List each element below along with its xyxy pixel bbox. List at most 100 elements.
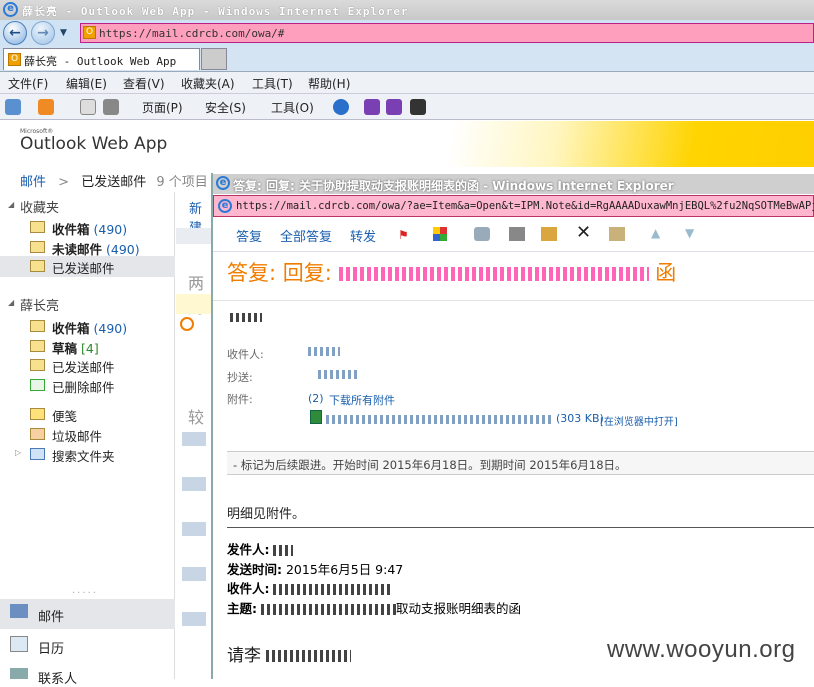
- mail-icon: [10, 604, 28, 618]
- open-in-browser-link[interactable]: [在浏览器中打开]: [600, 413, 678, 428]
- popup-address-bar[interactable]: e https://mail.cdrcb.com/owa/?ae=Item&a=…: [213, 195, 814, 217]
- excel-file-icon: [310, 410, 322, 424]
- tab-label: 薛长亮 - Outlook Web App: [24, 55, 177, 68]
- fw-from-row: 发件人:: [227, 539, 294, 558]
- sent-icon: [30, 260, 45, 272]
- fav-unread-label: 未读邮件: [52, 242, 103, 257]
- inbox-icon: [30, 221, 45, 233]
- nav-calendar[interactable]: 日历: [38, 638, 64, 657]
- menu-tools[interactable]: 工具(T): [252, 75, 293, 92]
- delete-icon[interactable]: ✕: [576, 222, 591, 243]
- folder-inbox[interactable]: 收件箱 (490): [30, 317, 175, 337]
- redacted-subject: [338, 267, 649, 281]
- redacted-to[interactable]: [308, 344, 340, 357]
- expand-icon[interactable]: ▷: [15, 448, 21, 457]
- message-row-icon[interactable]: [182, 567, 206, 581]
- subject-suffix: 函: [655, 261, 677, 285]
- history-dropdown-icon[interactable]: ▼: [60, 28, 67, 38]
- contacts-icon: [10, 668, 28, 679]
- tools-menu[interactable]: 工具(O): [271, 99, 314, 116]
- browser-tab[interactable]: O 薛长亮 - Outlook Web App: [3, 48, 200, 70]
- mark-unread-icon[interactable]: [474, 227, 490, 241]
- forward-button[interactable]: 转发: [350, 226, 376, 245]
- folder-drafts[interactable]: 草稿 [4]: [30, 337, 175, 357]
- research-icon[interactable]: [410, 99, 426, 115]
- help-icon[interactable]: [333, 99, 349, 115]
- owa-logo-text: Outlook Web App: [20, 134, 168, 154]
- onenote-linked-icon[interactable]: [386, 99, 402, 115]
- ie-titlebar: e 薛长亮 - Outlook Web App - Windows Intern…: [0, 0, 814, 20]
- sent-icon: [30, 359, 45, 371]
- previous-item-icon[interactable]: ▲: [651, 226, 660, 240]
- onenote-icon[interactable]: [364, 99, 380, 115]
- menu-edit[interactable]: 编辑(E): [66, 75, 107, 92]
- move-icon[interactable]: [541, 227, 557, 241]
- collapse-icon[interactable]: ◢: [8, 298, 14, 307]
- ie-logo-icon: e: [216, 176, 230, 190]
- folder-junk-label: 垃圾邮件: [52, 429, 103, 444]
- feeds-icon[interactable]: [38, 99, 54, 115]
- flag-icon[interactable]: ⚑: [398, 228, 409, 242]
- favorites-title[interactable]: 收藏夹: [20, 197, 59, 216]
- actions-icon[interactable]: [609, 227, 625, 241]
- download-all-link[interactable]: 下载所有附件: [329, 392, 395, 408]
- message-row-icon[interactable]: [182, 612, 206, 626]
- message-row-icon[interactable]: [182, 522, 206, 536]
- cc-label: 抄送:: [227, 371, 253, 384]
- resize-grip-icon[interactable]: ·····: [72, 588, 98, 599]
- ie-logo-icon: e: [218, 199, 232, 213]
- folder-sent-label: 已发送邮件: [52, 360, 115, 375]
- header-divider: [213, 300, 814, 301]
- address-bar[interactable]: O https://mail.cdrcb.com/owa/#: [80, 23, 814, 43]
- print-icon[interactable]: [509, 227, 525, 241]
- toolbar-strip: [176, 228, 214, 244]
- unread-search-icon: [30, 241, 45, 253]
- fav-unread[interactable]: 未读邮件 (490): [30, 238, 175, 258]
- message-row-icon[interactable]: [182, 477, 206, 491]
- menu-file[interactable]: 文件(F): [8, 75, 48, 92]
- print-icon[interactable]: [103, 99, 119, 115]
- new-tab-button[interactable]: [201, 48, 227, 70]
- mailbox-title[interactable]: 薛长亮: [20, 295, 59, 314]
- forward-arrow-icon[interactable]: →: [31, 21, 55, 45]
- reply-button[interactable]: 答复: [236, 226, 262, 245]
- inbox-icon: [30, 320, 45, 332]
- categories-icon[interactable]: [433, 227, 447, 241]
- safety-menu[interactable]: 安全(S): [205, 99, 246, 116]
- menu-view[interactable]: 查看(V): [123, 75, 165, 92]
- menu-favorites[interactable]: 收藏夹(A): [181, 75, 235, 92]
- folder-search[interactable]: 搜索文件夹: [30, 445, 175, 465]
- collapse-icon[interactable]: ◢: [8, 200, 14, 209]
- to-label: 收件人:: [227, 348, 264, 361]
- folder-search-label: 搜索文件夹: [52, 449, 115, 464]
- attachment-link[interactable]: [326, 412, 551, 425]
- page-menu[interactable]: 页面(P): [142, 99, 183, 116]
- message-toolbar: 答复 全部答复 转发 ⚑ ✕ ▲ ▼: [213, 218, 814, 250]
- fav-inbox[interactable]: 收件箱 (490): [30, 218, 175, 238]
- mail-icon[interactable]: [80, 99, 96, 115]
- next-item-icon[interactable]: ▼: [685, 226, 694, 240]
- reply-all-button[interactable]: 全部答复: [280, 226, 332, 245]
- message-body-text: 明细见附件。: [227, 507, 306, 522]
- back-arrow-icon[interactable]: ←: [3, 21, 27, 45]
- home-icon[interactable]: [5, 99, 21, 115]
- flag-circle-icon[interactable]: [180, 317, 194, 331]
- command-bar: 页面(P) 安全(S) 工具(O): [0, 94, 814, 120]
- nav-mail[interactable]: 邮件: [38, 606, 64, 625]
- greeting-text: 请李: [227, 646, 261, 666]
- folder-notes[interactable]: 便笺: [30, 405, 175, 425]
- breadcrumb-mail[interactable]: 邮件: [20, 175, 46, 190]
- owa-favicon-icon: O: [83, 26, 96, 39]
- menu-help[interactable]: 帮助(H): [308, 75, 350, 92]
- fav-sent[interactable]: 已发送邮件: [30, 257, 175, 277]
- junk-icon: [30, 428, 45, 440]
- watermark: www.wooyun.org: [607, 636, 796, 663]
- folder-junk[interactable]: 垃圾邮件: [30, 425, 175, 445]
- redacted-sender: [230, 310, 262, 324]
- nav-contacts[interactable]: 联系人: [38, 668, 77, 687]
- selected-row[interactable]: [176, 294, 214, 314]
- folder-sent[interactable]: 已发送邮件: [30, 356, 175, 376]
- folder-deleted[interactable]: 已删除邮件: [30, 376, 175, 396]
- message-row-icon[interactable]: [182, 432, 206, 446]
- redacted-cc[interactable]: [318, 367, 358, 380]
